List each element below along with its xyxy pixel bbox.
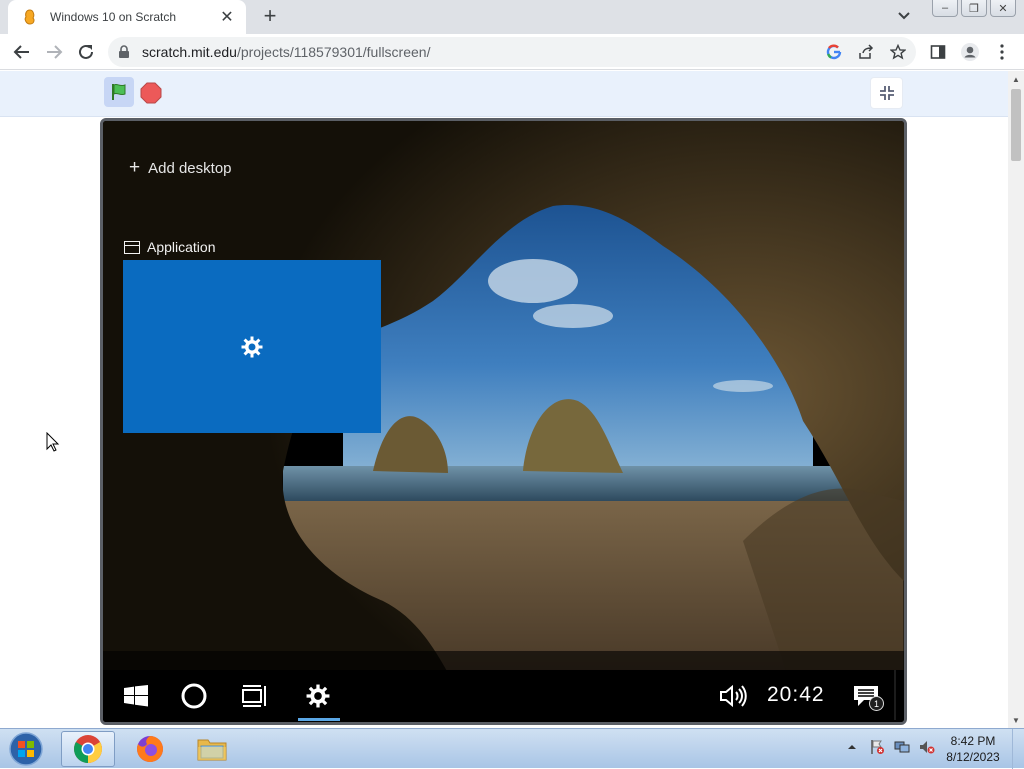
reload-icon[interactable] [74, 40, 98, 64]
lock-icon[interactable] [118, 45, 130, 64]
share-icon[interactable] [854, 40, 878, 64]
scrollbar-thumb[interactable] [1011, 89, 1021, 161]
application-label-text: Application [147, 239, 216, 255]
chrome-icon [74, 735, 102, 763]
close-tab-icon[interactable]: ✕ [218, 8, 236, 26]
notification-count-badge: 1 [869, 696, 884, 711]
volume-muted-icon[interactable] [917, 737, 937, 757]
application-window-label[interactable]: Application [124, 239, 216, 255]
explorer-taskbar-button[interactable] [185, 731, 239, 767]
task-view-icon[interactable] [239, 678, 269, 714]
gear-icon [241, 336, 263, 357]
system-date: 8/12/2023 [946, 750, 1000, 764]
url-host: scratch.mit.edu [142, 44, 237, 60]
windows-start-icon[interactable] [121, 678, 151, 714]
add-desktop-label: Add desktop [148, 159, 232, 177]
win10-clock[interactable]: 20:42 [767, 683, 825, 707]
scroll-down-icon[interactable]: ▼ [1012, 716, 1020, 725]
exit-fullscreen-icon[interactable] [870, 77, 903, 109]
project-stage[interactable]: + Add desktop Application 20:42 1 [100, 118, 907, 725]
cortana-circle-icon[interactable] [179, 678, 209, 714]
system-clock[interactable]: 8:42 PM 8/12/2023 [940, 733, 1006, 765]
network-icon[interactable] [892, 737, 912, 757]
active-app-indicator [298, 718, 340, 721]
plus-icon: + [129, 157, 141, 178]
browser-toolbar: scratch.mit.edu/projects/118579301/fulls… [0, 34, 1024, 70]
minimize-button[interactable]: – [932, 0, 958, 17]
show-desktop-button[interactable] [1012, 729, 1024, 769]
profile-avatar-icon[interactable] [958, 40, 982, 64]
stop-sign-icon[interactable] [140, 82, 162, 104]
folder-icon [197, 739, 227, 761]
tab-title: Windows 10 on Scratch [50, 10, 177, 24]
action-center-flag-icon[interactable] [867, 737, 887, 757]
scratch-controls-bar [0, 71, 1008, 117]
show-desktop-divider[interactable] [894, 670, 896, 720]
firefox-taskbar-button[interactable] [123, 731, 177, 767]
volume-icon[interactable] [717, 678, 749, 714]
os-taskbar: 8:42 PM 8/12/2023 [0, 728, 1024, 769]
application-thumbnail[interactable] [123, 260, 381, 433]
settings-gear-icon[interactable] [303, 678, 333, 714]
close-window-button[interactable]: ✕ [990, 0, 1016, 17]
new-tab-button[interactable]: + [258, 3, 282, 28]
tab-strip: Windows 10 on Scratch ✕ + – ❐ ✕ [0, 0, 1024, 34]
restore-button[interactable]: ❐ [961, 0, 987, 17]
firefox-icon [137, 736, 163, 762]
page-content: + Add desktop Application 20:42 1 [0, 71, 1008, 728]
add-desktop-button[interactable]: + Add desktop [129, 157, 232, 179]
mouse-cursor-icon [46, 431, 60, 457]
window-controls: – ❐ ✕ [929, 0, 1016, 17]
back-arrow-icon[interactable] [10, 40, 34, 64]
menu-dots-icon[interactable] [990, 40, 1014, 64]
scroll-up-icon[interactable]: ▲ [1012, 75, 1020, 84]
url-text: scratch.mit.edu/projects/118579301/fulls… [142, 44, 430, 60]
vertical-scrollbar[interactable]: ▲ ▼ [1008, 71, 1024, 728]
bookmark-star-icon[interactable] [886, 40, 910, 64]
green-flag-icon[interactable] [104, 77, 134, 107]
address-bar[interactable]: scratch.mit.edu/projects/118579301/fulls… [108, 37, 916, 67]
forward-arrow-icon[interactable] [42, 40, 66, 64]
browser-tab[interactable]: Windows 10 on Scratch ✕ [8, 0, 246, 34]
start-orb-icon[interactable] [6, 730, 46, 768]
system-time: 8:42 PM [950, 734, 996, 748]
scratch-favicon-icon [22, 9, 38, 25]
show-hidden-icons-icon[interactable] [842, 737, 862, 757]
tab-search-icon[interactable] [894, 6, 914, 26]
window-icon [124, 240, 140, 254]
side-panel-icon[interactable] [926, 40, 950, 64]
system-tray [842, 737, 942, 757]
google-lens-icon[interactable] [822, 40, 846, 64]
chrome-taskbar-button[interactable] [61, 731, 115, 767]
win10-taskbar: 20:42 1 [103, 670, 904, 722]
url-path: /projects/118579301/fullscreen/ [236, 44, 431, 60]
